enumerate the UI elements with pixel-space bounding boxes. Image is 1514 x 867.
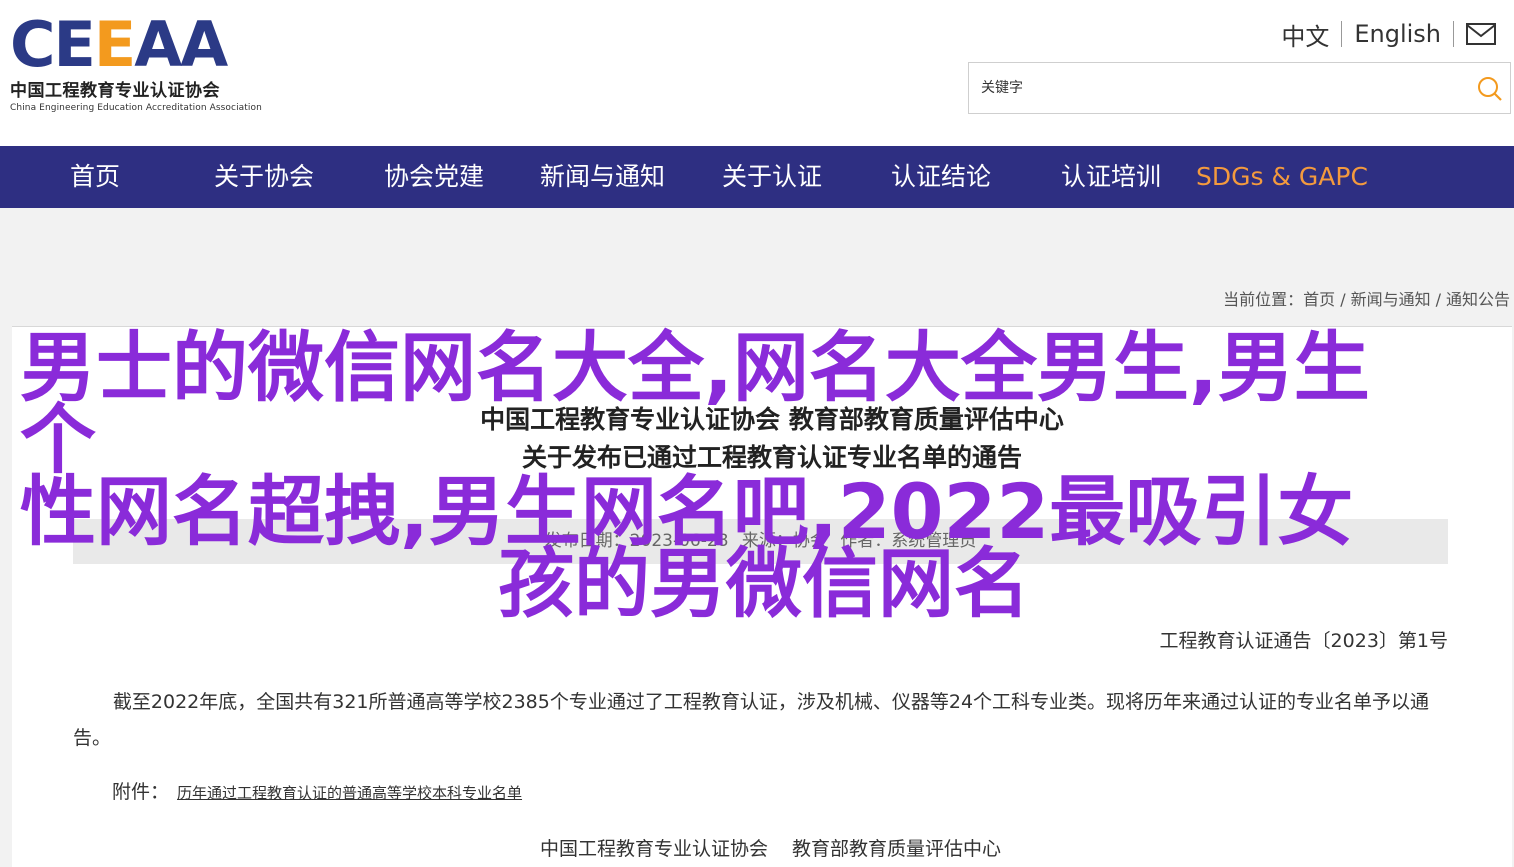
article-panel: 中国工程教育专业认证协会 教育部教育质量评估中心 关于发布已通过工程教育认证专业… — [12, 326, 1512, 867]
nav-item-sdgs-gapc[interactable]: SDGs & GAPC — [1196, 146, 1368, 208]
attachment-label: 附件： — [112, 781, 170, 803]
breadcrumb-prefix: 当前位置： — [1223, 290, 1304, 309]
attachment-row: 附件： 历年通过工程教育认证的普通高等学校本科专业名单 — [112, 777, 522, 804]
article-source: 来源：协会 — [741, 531, 827, 551]
lang-divider — [1453, 21, 1454, 47]
logo-english-name: China Engineering Education Accreditatio… — [10, 103, 262, 113]
breadcrumb: 当前位置：首页 / 新闻与通知 / 通知公告 — [1223, 286, 1510, 310]
search-box — [968, 62, 1511, 114]
search-input[interactable] — [969, 63, 1449, 113]
nav-item-party-building[interactable]: 协会党建 — [384, 146, 484, 208]
nav-item-home[interactable]: 首页 — [70, 146, 120, 208]
article-signature: 中国工程教育专业认证协会 教育部教育质量评估中心 — [540, 834, 1001, 861]
breadcrumb-separator: / — [1435, 290, 1441, 309]
nav-item-about-accreditation[interactable]: 关于认证 — [722, 146, 822, 208]
signature-center: 教育部教育质量评估中心 — [792, 838, 1002, 860]
site-header: CEEAA 中国工程教育专业认证协会 China Engineering Edu… — [0, 0, 1514, 146]
article-author: 作者：系统管理员 — [840, 531, 977, 551]
main-nav: 首页 关于协会 协会党建 新闻与通知 关于认证 认证结论 认证培训 SDGs &… — [0, 146, 1514, 208]
ceeaa-logo[interactable]: CEEAA 中国工程教育专业认证协会 China Engineering Edu… — [10, 14, 270, 114]
nav-item-about-association[interactable]: 关于协会 — [214, 146, 314, 208]
attachment-link[interactable]: 历年通过工程教育认证的普通高等学校本科专业名单 — [177, 784, 522, 802]
mail-icon[interactable] — [1466, 23, 1496, 45]
lang-chinese-link[interactable]: 中文 — [1269, 17, 1341, 52]
lang-english-link[interactable]: English — [1342, 20, 1453, 48]
article-title-line2: 关于发布已通过工程教育认证专业名单的通告 — [521, 443, 1022, 472]
article-paragraph: 截至2022年底，全国共有321所普通高等学校2385个专业通过了工程教育认证，… — [73, 691, 1430, 749]
search-icon[interactable] — [1476, 75, 1504, 103]
article-title-line1: 中国工程教育专业认证协会 教育部教育质量评估中心 — [480, 405, 1064, 434]
publish-date: 发布日期：2023-06-28 — [544, 531, 729, 551]
breadcrumb-notices[interactable]: 通知公告 — [1446, 290, 1510, 309]
logo-chinese-name: 中国工程教育专业认证协会 — [10, 81, 220, 101]
nav-item-news-notices[interactable]: 新闻与通知 — [540, 146, 665, 208]
logo-mark: CEEAA — [10, 8, 228, 81]
breadcrumb-separator: / — [1340, 290, 1346, 309]
language-switcher: 中文 English — [1269, 17, 1496, 52]
article-title: 中国工程教育专业认证协会 教育部教育质量评估中心 关于发布已通过工程教育认证专业… — [12, 401, 1514, 477]
breadcrumb-home[interactable]: 首页 — [1303, 290, 1335, 309]
signature-association: 中国工程教育专业认证协会 — [540, 838, 769, 860]
notice-number: 工程教育认证通告〔2023〕第1号 — [1159, 630, 1448, 652]
article-meta-bar: 发布日期：2023-06-28 来源：协会 作者：系统管理员 — [73, 519, 1448, 564]
nav-item-accreditation-results[interactable]: 认证结论 — [891, 146, 991, 208]
breadcrumb-news[interactable]: 新闻与通知 — [1351, 290, 1431, 309]
nav-item-accreditation-training[interactable]: 认证培训 — [1061, 146, 1161, 208]
